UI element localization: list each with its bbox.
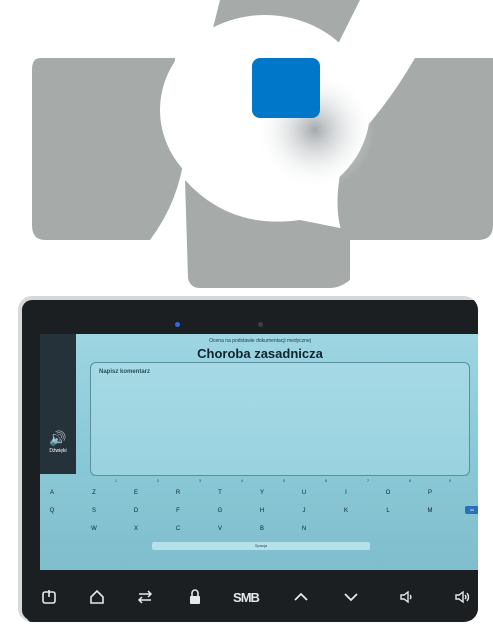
key-hint: 2 [156,478,160,483]
device-navbar: SMB [26,570,478,622]
camera-dot [175,322,180,327]
home-icon[interactable] [84,584,110,610]
key-hint: 9 [448,478,452,483]
volume-down-icon[interactable] [394,584,420,610]
key-r[interactable]: R [168,490,188,496]
key-hint: 6 [324,478,328,483]
key-u[interactable]: U [294,490,314,496]
key-g[interactable]: G [210,508,230,514]
key-t[interactable]: T [210,490,230,496]
chevron-down-icon[interactable] [338,584,364,610]
key-hint: 5 [282,478,286,483]
tablet-photo: 🔊 Dźwięki Ocena na podstawie dokumentacj… [18,296,478,622]
key-hint: 8 [408,478,412,483]
tablet-bezel: 🔊 Dźwięki Ocena na podstawie dokumentacj… [22,300,478,622]
logo-blue-square [252,58,320,118]
key-b[interactable]: B [252,526,272,532]
comment-textarea[interactable]: Napisz komentarz [90,362,470,476]
key-hint: 7 [366,478,370,483]
screen-title: Choroba zasadnicza [197,346,323,361]
on-screen-keyboard: 1 2 3 4 5 6 7 8 9 A Z E R T Y U I O P Q … [40,476,478,572]
key-hint: 3 [198,478,202,483]
screen-subtitle: Ocena na podstawie dokumentacji medyczne… [209,338,311,344]
key-h[interactable]: H [252,508,272,514]
key-p[interactable]: P [420,490,440,496]
key-s[interactable]: S [84,508,104,514]
brand-logo [32,0,493,288]
lock-icon[interactable] [182,584,208,610]
switch-icon[interactable] [132,584,158,610]
key-d[interactable]: D [126,508,146,514]
sound-button[interactable]: 🔊 Dźwięki [40,426,76,466]
sensor-dot [258,322,263,327]
left-panel: 🔊 Dźwięki [40,334,76,474]
key-m[interactable]: M [420,508,440,514]
speaker-icon: 🔊 [49,430,67,446]
brand-button[interactable]: SMB [226,584,266,610]
key-x[interactable]: X [126,526,146,532]
key-o[interactable]: O [378,490,398,496]
key-i[interactable]: I [336,490,356,496]
key-k[interactable]: K [336,508,356,514]
key-y[interactable]: Y [252,490,272,496]
comment-placeholder: Napisz komentarz [99,369,151,375]
key-hint: 4 [240,478,244,483]
enter-key[interactable]: OK [465,506,478,514]
key-f[interactable]: F [168,508,188,514]
power-icon[interactable] [36,584,62,610]
key-j[interactable]: J [294,508,314,514]
volume-up-icon[interactable] [450,584,476,610]
key-a[interactable]: A [42,490,62,496]
space-key[interactable]: Spacja [152,542,370,550]
key-e[interactable]: E [126,490,146,496]
key-n[interactable]: N [294,526,314,532]
key-v[interactable]: V [210,526,230,532]
key-l[interactable]: L [378,508,398,514]
key-w[interactable]: W [84,526,104,532]
key-z[interactable]: Z [84,490,104,496]
chevron-up-icon[interactable] [288,584,314,610]
key-q[interactable]: Q [42,508,62,514]
enter-label: OK [469,508,475,512]
sound-label: Dźwięki [49,448,67,454]
key-hint: 1 [114,478,118,483]
key-c[interactable]: C [168,526,188,532]
tablet-screen: 🔊 Dźwięki Ocena na podstawie dokumentacj… [40,334,478,572]
